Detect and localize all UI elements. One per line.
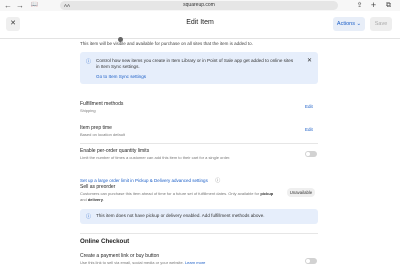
notice-text: This item does not have pickup or delive… xyxy=(96,213,265,218)
payment-link-subtitle: Use this link to sell via email, social … xyxy=(80,260,206,265)
banner-close-icon[interactable]: ✕ xyxy=(307,57,312,64)
large-order-settings-link[interactable]: Set up a large order limit in Pickup & D… xyxy=(80,178,208,183)
info-icon: ⓘ xyxy=(86,59,92,65)
info-icon: ⓘ xyxy=(86,214,92,220)
prep-time-section: Item prep time Based on location default xyxy=(80,125,320,137)
cursor-indicator xyxy=(118,37,123,42)
divider xyxy=(80,233,318,234)
item-sync-settings-link[interactable]: Go to Item Sync settings xyxy=(96,74,146,79)
fulfillment-section: Fulfillment methods Shipping xyxy=(80,101,320,113)
prep-time-subtitle: Based on location default xyxy=(80,132,125,137)
banner-text: Control how new items you create in Item… xyxy=(96,58,294,69)
per-order-limit-toggle[interactable] xyxy=(305,151,317,157)
item-sync-banner: ⓘ Control how new items you create in It… xyxy=(80,52,318,84)
share-icon[interactable]: ⇪ xyxy=(355,1,364,10)
fulfillment-subtitle: Shipping xyxy=(80,108,96,113)
back-arrow-icon[interactable]: ← xyxy=(4,0,12,11)
per-order-limit-subtitle: Limit the number of times a customer can… xyxy=(80,155,231,160)
preorder-subtitle: Customers can purchase this item ahead o… xyxy=(80,191,274,202)
prep-time-edit-link[interactable]: Edit xyxy=(305,127,313,132)
per-order-limit-title: Enable per-order quantity limits xyxy=(80,148,150,154)
per-order-limit-section: Enable per-order quantity limits Limit t… xyxy=(80,148,320,160)
actions-button[interactable]: Actions ⌄ xyxy=(333,17,365,31)
preorder-status-badge: Unavailable xyxy=(287,188,315,197)
fulfillment-title: Fulfillment methods xyxy=(80,101,124,107)
delivery-text: delivery xyxy=(87,196,103,202)
url-text: squareup.com xyxy=(183,2,215,8)
book-icon[interactable]: 📖 xyxy=(30,1,39,10)
fulfillment-edit-link[interactable]: Edit xyxy=(305,104,313,109)
tabs-icon[interactable]: ⧉ xyxy=(384,1,393,10)
preorder-title: Sell as preorder xyxy=(80,184,116,190)
pickup-text: pickup xyxy=(260,191,274,196)
browser-toolbar: ← → 📖 AA squareup.com ⇪ + ⧉ xyxy=(0,0,400,11)
reader-mode-icon[interactable]: AA xyxy=(64,1,70,10)
save-button[interactable]: Save xyxy=(370,17,392,31)
forward-arrow-icon[interactable]: → xyxy=(16,0,24,11)
online-checkout-heading: Online Checkout xyxy=(80,238,130,245)
learn-more-link[interactable]: Learn more xyxy=(185,260,205,265)
payment-link-title: Create a payment link or buy button xyxy=(80,253,160,259)
new-tab-icon[interactable]: + xyxy=(369,1,378,10)
divider xyxy=(80,143,318,144)
payment-link-section: Create a payment link or buy button Use … xyxy=(80,253,320,265)
payment-link-toggle[interactable] xyxy=(305,258,317,264)
modal-header: ✕ Edit Item Actions ⌄ Save xyxy=(0,11,400,39)
prep-time-title: Item prep time xyxy=(80,125,112,131)
address-bar[interactable]: AA squareup.com xyxy=(60,1,338,10)
preorder-section: Sell as preorder Customers can purchase … xyxy=(80,184,280,202)
intro-text: This item will be visible and available … xyxy=(80,41,253,46)
fulfillment-notice: ⓘ This item does not have pickup or deli… xyxy=(80,209,318,224)
